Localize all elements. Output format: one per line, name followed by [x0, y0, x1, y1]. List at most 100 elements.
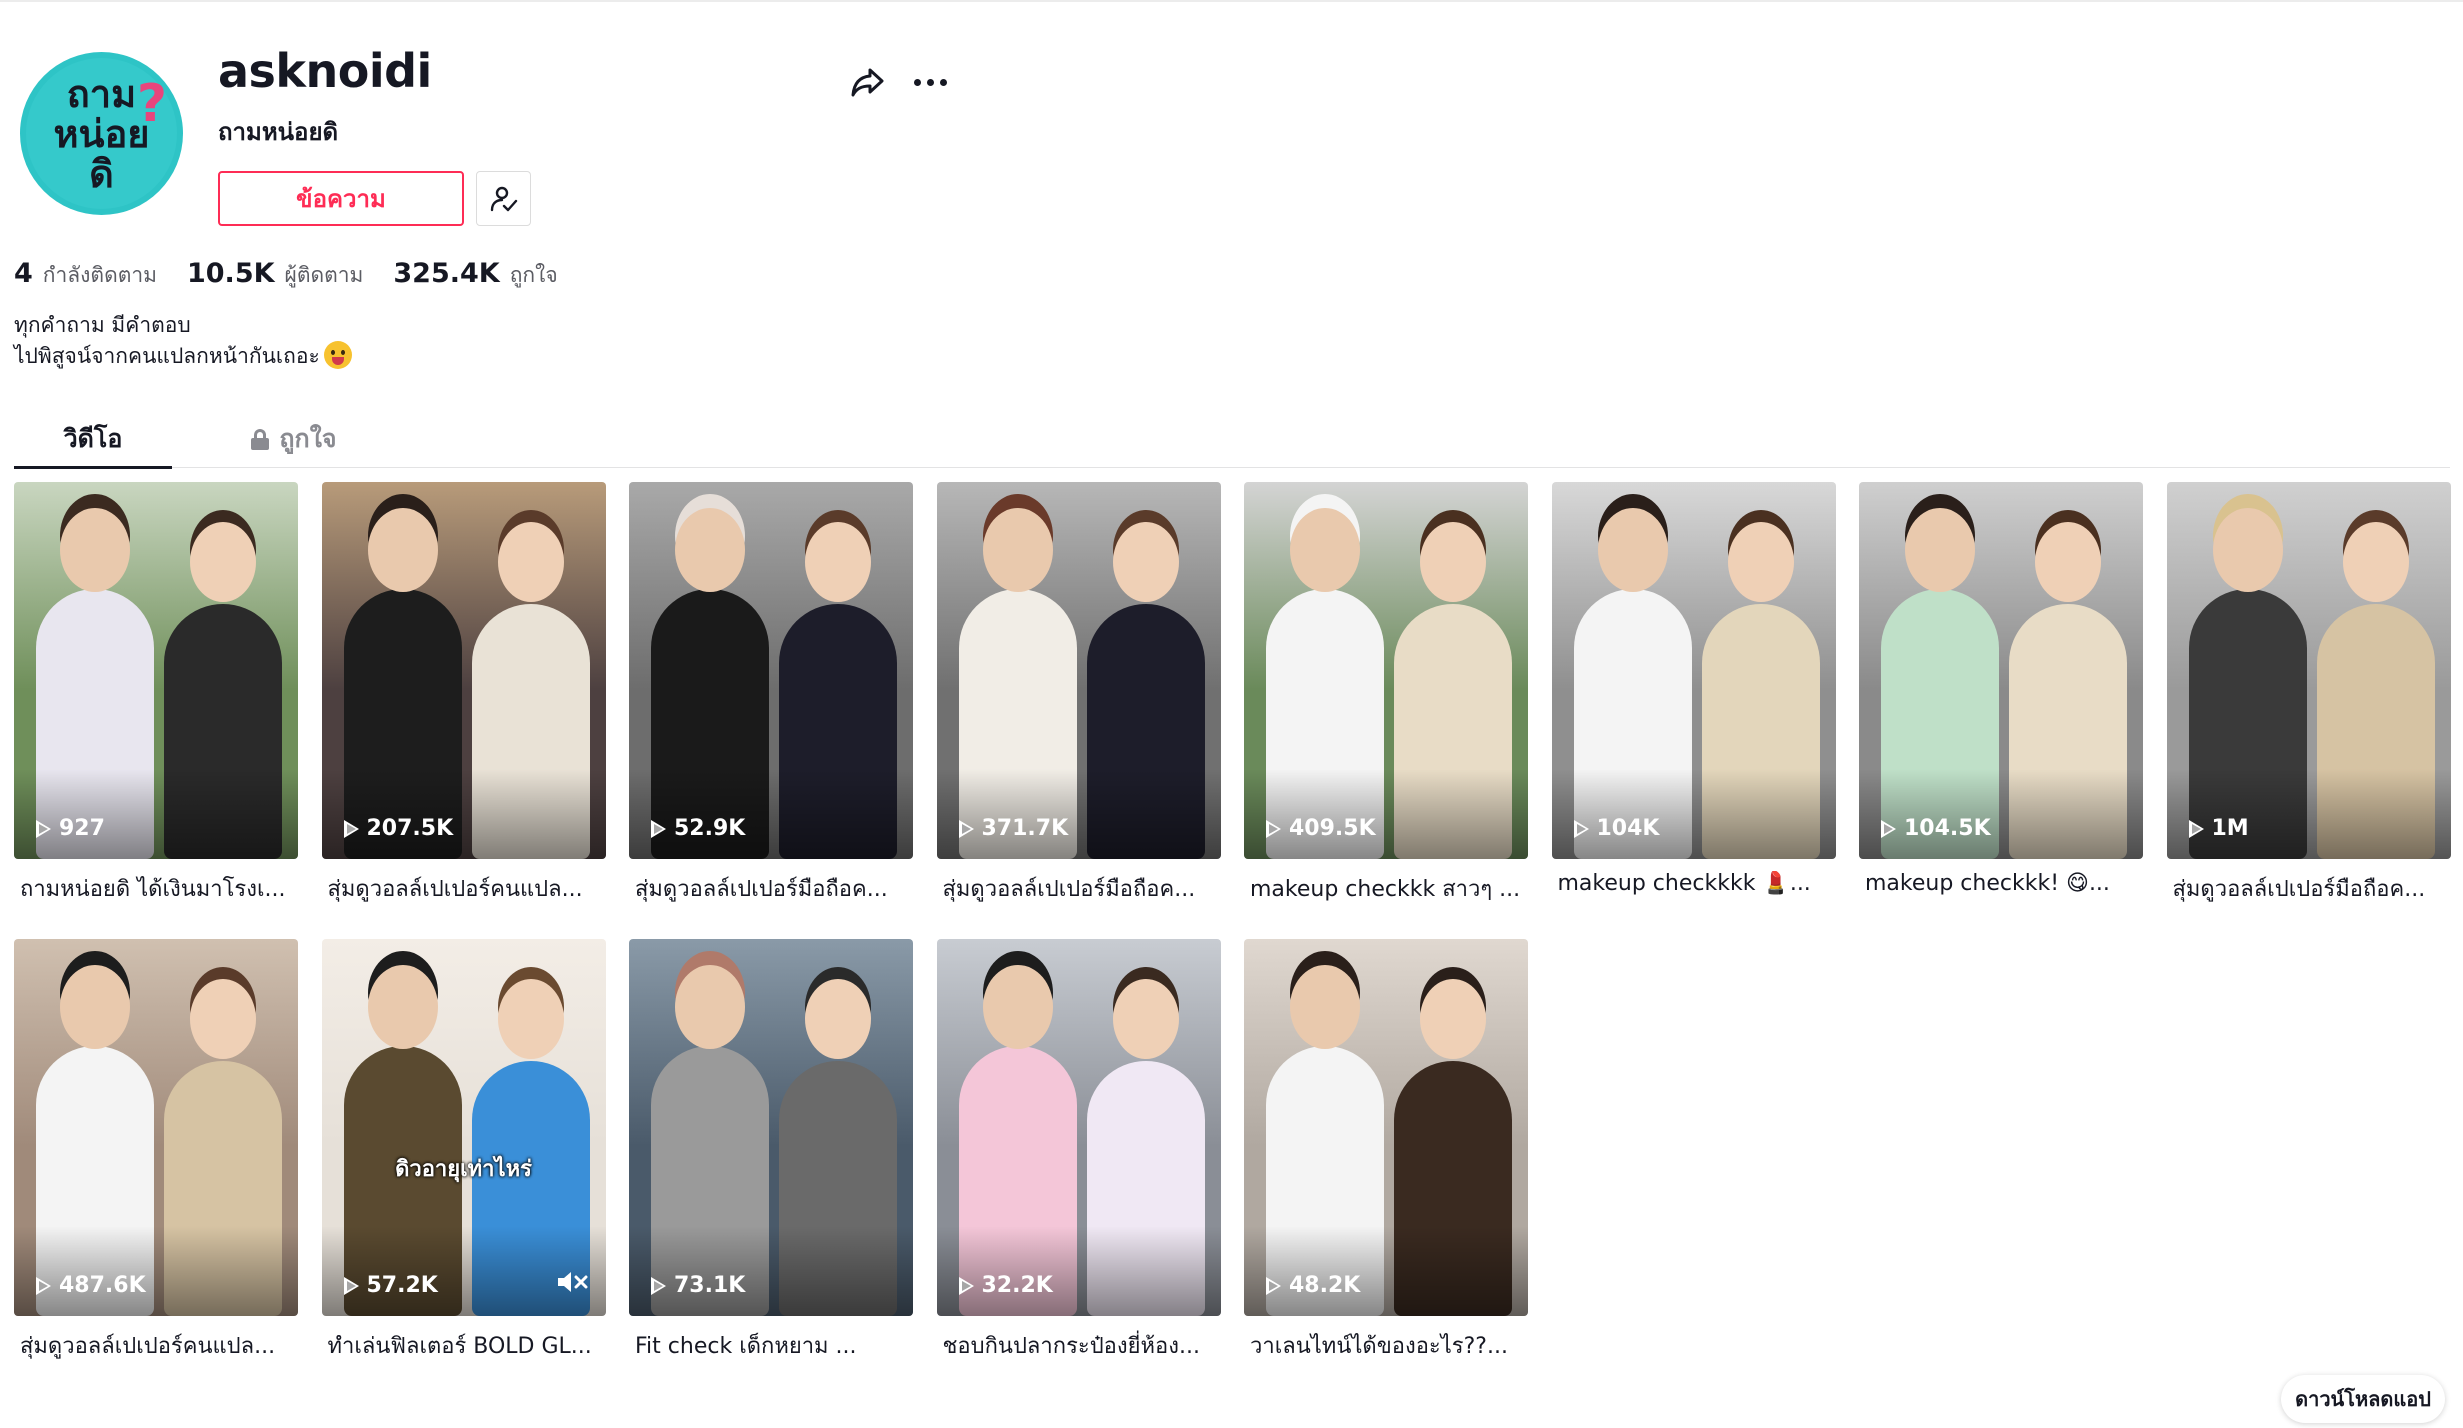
video-caption[interactable]: ชอบกินปลากระป๋องยี่ห้อง...	[937, 1328, 1221, 1363]
play-icon	[343, 1276, 359, 1295]
video-thumbnail[interactable]: 207.5K	[321, 482, 606, 859]
video-caption[interactable]: makeup checkkk! 😋...	[1859, 871, 2143, 896]
profile-tabs: วิดีโอ ถูกใจ	[14, 410, 2450, 469]
video-card[interactable]: 1M สุ่มดูวอลล์เปเปอร์มือถือค...	[2166, 482, 2451, 906]
avatar-logo-line1: ถาม	[66, 71, 137, 116]
video-caption[interactable]: makeup checkkkk 💄...	[1552, 871, 1836, 896]
thumbnail-shade	[936, 769, 1221, 859]
view-count: 104K	[1573, 816, 1659, 841]
muted-icon[interactable]	[556, 1270, 588, 1294]
view-count-value: 52.9K	[674, 816, 746, 841]
thumbnail-shade	[1551, 769, 1836, 859]
video-card[interactable]: 48.2K วาเลนไทน์ได้ของอะไร??...	[1244, 939, 1528, 1363]
person-left-head	[1905, 508, 1975, 592]
person-left-head	[675, 508, 745, 592]
tab-liked[interactable]: ถูกใจ	[214, 410, 374, 468]
video-thumbnail[interactable]: 104.5K	[1859, 482, 2143, 859]
followers-label: ผู้ติดตาม	[284, 263, 364, 287]
view-count: 57.2K	[343, 1273, 438, 1298]
video-card[interactable]: 104.5K makeup checkkk! 😋...	[1859, 482, 2143, 896]
likes-label: ถูกใจ	[509, 263, 558, 287]
profile-bio: ทุกคำถาม มีคำตอบ ไปพิสูจน์จากคนแปลกหน้าก…	[14, 310, 352, 372]
person-left-head	[1290, 965, 1360, 1049]
view-count: 48.2K	[1266, 1273, 1360, 1298]
following-label: กำลังติดตาม	[42, 263, 157, 287]
play-icon	[1881, 819, 1896, 838]
suggested-accounts-button[interactable]	[476, 171, 531, 226]
following-stat[interactable]: 4 กำลังติดตาม	[14, 258, 157, 292]
profile-stats: 4 กำลังติดตาม 10.5K ผู้ติดตาม 325.4K ถูก…	[14, 258, 588, 292]
video-card[interactable]: 927 ถามหน่อยดิ ได้เงินมาโรงเ...	[14, 482, 298, 906]
video-caption[interactable]: สุ่มดูวอลล์เปเปอร์มือถือค...	[629, 871, 913, 906]
video-thumbnail[interactable]: 1M	[2166, 482, 2451, 859]
video-thumbnail[interactable]: 48.2K	[1244, 939, 1528, 1316]
thumbnail-shade	[14, 1226, 298, 1316]
person-left-head	[60, 965, 130, 1049]
video-caption[interactable]: วาเลนไทน์ได้ของอะไร??...	[1244, 1328, 1528, 1363]
message-button[interactable]: ข้อความ	[218, 171, 464, 226]
video-card[interactable]: ดิวอายุเท่าไหร่ 57.2K ทำเล่นฟิลเตอร์ BOLD …	[321, 939, 606, 1363]
view-count: 1M	[2188, 816, 2249, 841]
video-caption[interactable]: ถามหน่อยดิ ได้เงินมาโรงเ...	[14, 871, 298, 906]
person-right-head	[1727, 522, 1794, 602]
followers-stat[interactable]: 10.5K ผู้ติดตาม	[187, 258, 363, 292]
video-thumbnail[interactable]: 487.6K	[14, 939, 298, 1316]
user-check-icon	[490, 186, 517, 211]
view-count-value: 207.5K	[366, 816, 454, 841]
tab-videos[interactable]: วิดีโอ	[14, 410, 172, 468]
video-thumbnail[interactable]: 927	[14, 482, 298, 859]
person-left-head	[60, 508, 130, 592]
view-count-value: 104.5K	[1904, 816, 1991, 841]
video-thumbnail[interactable]: 104K	[1551, 482, 1836, 859]
view-count: 52.9K	[651, 816, 745, 841]
video-caption[interactable]: Fit check เด็กหยาม ...	[629, 1328, 913, 1363]
video-card[interactable]: 487.6K สุ่มดูวอลล์เปเปอร์คนแปล...	[14, 939, 298, 1363]
video-thumbnail[interactable]: 73.1K	[629, 939, 913, 1316]
video-caption[interactable]: สุ่มดูวอลล์เปเปอร์มือถือค...	[937, 871, 1221, 906]
person-left-head	[367, 965, 438, 1049]
avatar-logo-line2: หน่อย	[53, 111, 150, 156]
video-card[interactable]: 104K makeup checkkkk 💄...	[1551, 482, 1836, 896]
video-thumbnail[interactable]: ดิวอายุเท่าไหร่ 57.2K	[321, 939, 606, 1316]
video-caption[interactable]: สุ่มดูวอลล์เปเปอร์คนแปล...	[14, 1328, 298, 1363]
view-count: 104.5K	[1881, 816, 1991, 841]
person-right-head	[190, 979, 256, 1059]
more-options-icon[interactable]	[910, 62, 950, 102]
video-card[interactable]: 32.2K ชอบกินปลากระป๋องยี่ห้อง...	[936, 939, 1221, 1363]
video-caption[interactable]: makeup checkkk สาวๆ ...	[1244, 871, 1528, 906]
play-icon	[958, 1276, 974, 1295]
profile-username: asknoidi	[218, 44, 432, 98]
person-left-head	[1597, 508, 1668, 592]
download-app-button[interactable]: ดาวน์โหลดแอป	[2281, 1375, 2445, 1423]
video-card[interactable]: 409.5K makeup checkkk สาวๆ ...	[1244, 482, 1528, 906]
view-count-value: 1M	[2211, 816, 2249, 841]
view-count: 487.6K	[36, 1273, 146, 1298]
video-card[interactable]: 52.9K สุ่มดูวอลล์เปเปอร์มือถือค...	[629, 482, 913, 906]
person-right-head	[497, 979, 564, 1059]
video-card[interactable]: 207.5K สุ่มดูวอลล์เปเปอร์คนแปล...	[321, 482, 606, 906]
video-caption[interactable]: สุ่มดูวอลล์เปเปอร์คนแปล...	[322, 871, 606, 906]
video-thumbnail[interactable]: 371.7K	[936, 482, 1221, 859]
thumbnail-shade	[629, 1226, 913, 1316]
play-icon	[651, 1276, 666, 1295]
bio-line-1: ทุกคำถาม มีคำตอบ	[14, 313, 191, 337]
person-right-head	[1420, 979, 1486, 1059]
view-count: 927	[36, 816, 105, 841]
play-icon	[2188, 819, 2204, 838]
video-thumbnail[interactable]: 409.5K	[1244, 482, 1528, 859]
view-count-value: 371.7K	[981, 816, 1069, 841]
bio-line-2: ไปพิสูจน์จากคนแปลกหน้ากันเถอะ	[14, 341, 352, 372]
video-thumbnail[interactable]: 32.2K	[936, 939, 1221, 1316]
person-right-head	[2035, 522, 2101, 602]
bio-line-2-text: ไปพิสูจน์จากคนแปลกหน้ากันเถอะ	[14, 344, 320, 368]
video-caption[interactable]: ทำเล่นฟิลเตอร์ BOLD GL...	[322, 1328, 606, 1363]
profile-avatar[interactable]: ถาม หน่อย ดิ ?	[20, 52, 183, 215]
share-icon[interactable]	[848, 62, 888, 102]
video-card[interactable]: 371.7K สุ่มดูวอลล์เปเปอร์มือถือค...	[936, 482, 1221, 906]
person-right-head	[1112, 522, 1179, 602]
view-count: 371.7K	[958, 816, 1069, 841]
video-caption[interactable]: สุ่มดูวอลล์เปเปอร์มือถือค...	[2167, 871, 2451, 906]
video-thumbnail[interactable]: 52.9K	[629, 482, 913, 859]
video-card[interactable]: 73.1K Fit check เด็กหยาม ...	[629, 939, 913, 1363]
thumbnail-shade	[14, 769, 298, 859]
